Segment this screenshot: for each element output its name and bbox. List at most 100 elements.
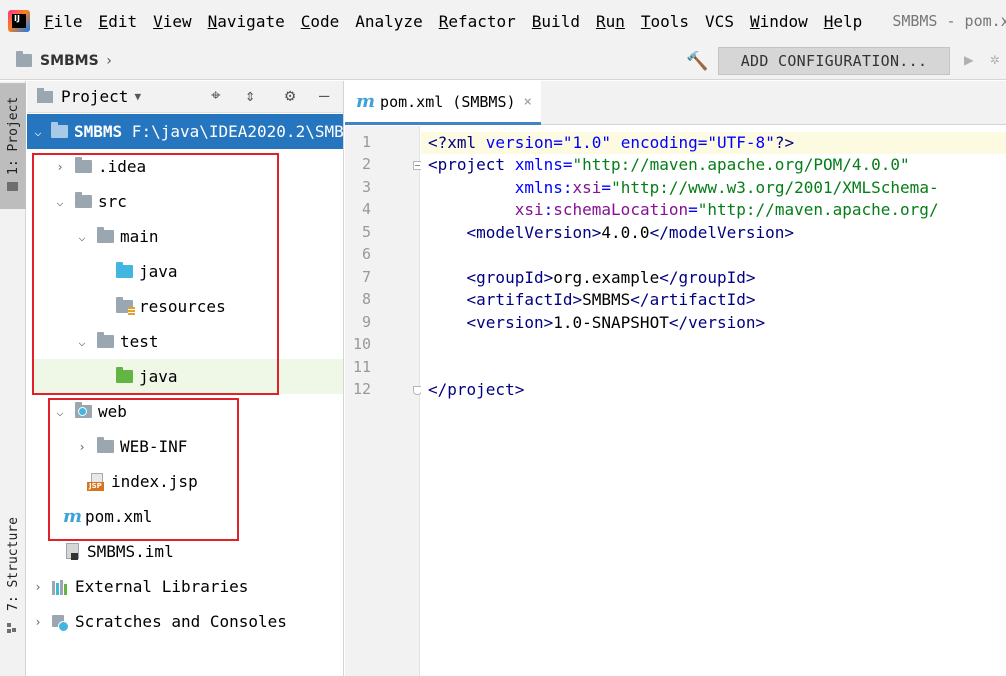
tree-item-label: Scratches and Consoles <box>75 612 287 631</box>
line-number: 3 <box>361 178 371 196</box>
tree-item-test[interactable]: ⌵ test <box>27 324 343 359</box>
hide-panel-icon[interactable]: — <box>319 86 329 106</box>
tree-item-web-inf[interactable]: › WEB-INF <box>27 429 343 464</box>
line-number: 6 <box>361 245 371 263</box>
window-title: SMBMS - pom.xml (S <box>892 12 1006 30</box>
menu-item-run[interactable]: Run <box>596 12 625 31</box>
code-editor[interactable]: <?xml version="1.0" encoding="UTF-8"?> <… <box>421 126 1006 676</box>
web-folder-icon <box>75 402 92 418</box>
chevron-right-icon[interactable]: › <box>31 615 45 629</box>
tree-item-label: SMBMS.iml <box>87 542 174 561</box>
intellij-logo-icon: IJ <box>8 10 30 32</box>
tree-item-main-java[interactable]: java <box>27 254 343 289</box>
tree-item-label: java <box>139 262 178 281</box>
breadcrumb-chevron-icon: › <box>104 52 114 69</box>
menu-item-analyze[interactable]: Analyze <box>355 12 422 31</box>
tree-item-pom-xml[interactable]: m pom.xml <box>27 499 343 534</box>
tree-item-test-java[interactable]: java <box>32 359 343 394</box>
build-hammer-icon[interactable]: 🔨 <box>686 51 708 72</box>
maven-file-icon: m <box>356 91 376 112</box>
menu-item-tools[interactable]: Tools <box>641 12 689 31</box>
line-number: 4 <box>361 200 371 218</box>
jsp-file-icon: JSP <box>87 472 105 491</box>
code-line-1: <?xml version="1.0" encoding="UTF-8"?> <box>428 133 795 152</box>
chevron-down-icon[interactable]: ⌵ <box>75 335 89 349</box>
folder-icon <box>97 437 114 453</box>
module-folder-icon <box>51 122 68 138</box>
scratches-icon <box>51 614 69 632</box>
menu-item-build[interactable]: Build <box>532 12 580 31</box>
navigation-bar: SMBMS › 🔨 ADD CONFIGURATION... ▶ ✲ <box>0 42 1006 80</box>
project-view-title[interactable]: Project <box>61 87 128 106</box>
chevron-right-icon[interactable]: › <box>75 440 89 454</box>
project-panel-header: Project ▼ ⌖ ⇕ ⚙ — <box>27 81 343 113</box>
tree-item-index-jsp[interactable]: JSP index.jsp <box>27 464 343 499</box>
menu-item-help[interactable]: Help <box>824 12 863 31</box>
menu-item-view[interactable]: View <box>153 12 192 31</box>
project-tool-button[interactable]: 1: Project <box>0 83 26 209</box>
line-number: 8 <box>361 290 371 308</box>
folder-icon <box>97 227 114 243</box>
resources-folder-icon <box>116 297 135 315</box>
add-configuration-button[interactable]: ADD CONFIGURATION... <box>718 47 950 75</box>
folder-icon <box>75 192 92 208</box>
chevron-down-icon[interactable]: ⌵ <box>31 125 45 139</box>
tree-item-web[interactable]: ⌵ web <box>27 394 343 429</box>
tab-pom-xml[interactable]: m pom.xml (SMBMS) × <box>345 81 541 125</box>
source-folder-icon <box>116 262 133 278</box>
code-line-7: <groupId>org.example</groupId> <box>466 268 756 287</box>
editor-tab-bar: m pom.xml (SMBMS) × <box>345 81 1006 125</box>
menu-item-navigate[interactable]: Navigate <box>208 12 285 31</box>
tree-item-label: web <box>98 402 127 421</box>
project-view-icon <box>37 87 53 103</box>
locate-file-icon[interactable]: ⌖ <box>211 86 221 106</box>
tree-item-src[interactable]: ⌵ src <box>27 184 343 219</box>
project-folder-icon <box>7 182 18 191</box>
tree-item-resources[interactable]: resources <box>27 289 343 324</box>
folder-icon <box>75 157 92 173</box>
menu-bar: IJ File Edit View Navigate Code Analyze Refact… <box>0 0 1006 42</box>
tree-item-idea[interactable]: › .idea <box>27 149 343 184</box>
menu-item-window[interactable]: Window <box>750 12 808 31</box>
menu-item-file[interactable]: File <box>44 12 83 31</box>
breadcrumb-project[interactable]: SMBMS <box>40 53 99 69</box>
structure-tool-label[interactable]: 7: Structure <box>6 517 21 611</box>
tree-item-main[interactable]: ⌵ main <box>27 219 343 254</box>
menu-item-edit[interactable]: Edit <box>99 12 138 31</box>
tree-item-label: test <box>120 332 159 351</box>
close-icon[interactable]: × <box>524 94 532 110</box>
gear-icon[interactable]: ⚙ <box>285 86 295 106</box>
maven-file-icon: m <box>63 506 83 527</box>
editor-gutter: 1 2 3 4 5 6 7 8 9 10 11 12 <box>345 126 422 676</box>
code-line-3: xmlns:xsi="http://www.w3.org/2001/XMLSch… <box>514 178 939 197</box>
tree-item-label: index.jsp <box>111 472 198 491</box>
line-number: 10 <box>352 335 371 353</box>
chevron-down-icon[interactable]: ⌵ <box>53 405 67 419</box>
tree-item-smbms-root[interactable]: ⌵ SMBMS F:\java\IDEA2020.2\SMBMS <box>27 114 344 149</box>
tree-item-label: WEB-INF <box>120 437 188 456</box>
tree-item-external-libraries[interactable]: › External Libraries <box>27 569 343 604</box>
menu-item-refactor[interactable]: Refactor <box>439 12 516 31</box>
collapse-all-icon[interactable]: ⇕ <box>245 86 255 106</box>
code-line-12: </project> <box>428 380 525 399</box>
tree-item-label: SMBMS F:\java\IDEA2020.2\SMBMS <box>74 122 344 141</box>
line-number: 7 <box>361 268 371 286</box>
code-line-5: <modelVersion>4.0.0</modelVersion> <box>466 223 795 242</box>
chevron-down-icon[interactable]: ⌵ <box>53 195 67 209</box>
debug-icon[interactable]: ✲ <box>990 49 1000 68</box>
tree-item-label: java <box>139 367 178 386</box>
chevron-down-icon[interactable]: ⌵ <box>75 230 89 244</box>
tree-item-scratches[interactable]: › Scratches and Consoles <box>27 604 343 639</box>
chevron-right-icon[interactable]: › <box>31 580 45 594</box>
tree-item-smbms-iml[interactable]: SMBMS.iml <box>27 534 343 569</box>
line-number: 12 <box>352 380 371 398</box>
view-dropdown-icon[interactable]: ▼ <box>134 90 141 103</box>
project-panel: Project ▼ ⌖ ⇕ ⚙ — ⌵ SMBMS F:\java\IDEA20… <box>27 81 344 676</box>
iml-file-icon <box>65 543 81 560</box>
folder-icon <box>16 51 32 67</box>
chevron-right-icon[interactable]: › <box>53 160 67 174</box>
run-icon[interactable]: ▶ <box>964 50 974 69</box>
menu-item-code[interactable]: Code <box>301 12 340 31</box>
menu-item-vcs[interactable]: VCS <box>705 12 734 31</box>
structure-icon <box>7 623 19 633</box>
